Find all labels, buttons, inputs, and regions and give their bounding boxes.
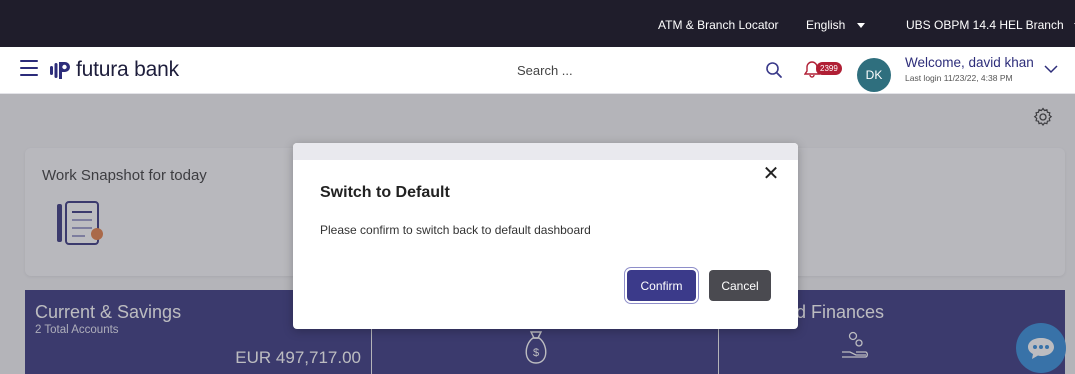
search-icon[interactable] bbox=[765, 61, 783, 79]
search-box[interactable] bbox=[507, 57, 787, 83]
dialog-top-strip bbox=[293, 143, 798, 160]
notification-count-badge: 2399 bbox=[816, 62, 842, 75]
hamburger-menu-icon[interactable] bbox=[20, 60, 38, 76]
language-label: English bbox=[806, 18, 846, 32]
language-selector[interactable]: English bbox=[806, 18, 866, 32]
close-icon[interactable]: ✕ bbox=[762, 164, 780, 184]
brand-logo[interactable]: futura bank bbox=[49, 57, 179, 83]
avatar[interactable]: DK bbox=[857, 58, 891, 92]
chevron-down-icon bbox=[1044, 65, 1058, 74]
cancel-button[interactable]: Cancel bbox=[709, 270, 771, 301]
brand-name: futura bank bbox=[76, 58, 179, 81]
caret-down-icon bbox=[857, 23, 866, 29]
notifications-button[interactable]: 2399 bbox=[804, 58, 844, 80]
atm-branch-locator-link[interactable]: ATM & Branch Locator bbox=[658, 18, 779, 32]
welcome-text: Welcome, david khan bbox=[905, 55, 1034, 70]
dialog-title: Switch to Default bbox=[320, 184, 450, 201]
confirm-button[interactable]: Confirm bbox=[627, 270, 696, 301]
branch-label: UBS OBPM 14.4 HEL Branch bbox=[906, 18, 1064, 32]
dialog-message: Please confirm to switch back to default… bbox=[320, 223, 591, 237]
search-input[interactable] bbox=[507, 57, 757, 83]
last-login-text: Last login 11/23/22, 4:38 PM bbox=[905, 73, 1013, 83]
user-menu[interactable]: Welcome, david khan Last login 11/23/22,… bbox=[905, 55, 1065, 83]
switch-default-dialog: ✕ Switch to Default Please confirm to sw… bbox=[293, 143, 798, 329]
top-bar: ATM & Branch Locator English UBS OBPM 14… bbox=[0, 0, 1075, 47]
app-header: futura bank 2399 DK Welcome, david khan … bbox=[0, 47, 1075, 94]
futura-logo-icon bbox=[50, 62, 70, 79]
branch-selector[interactable]: UBS OBPM 14.4 HEL Branch bbox=[906, 18, 1075, 32]
